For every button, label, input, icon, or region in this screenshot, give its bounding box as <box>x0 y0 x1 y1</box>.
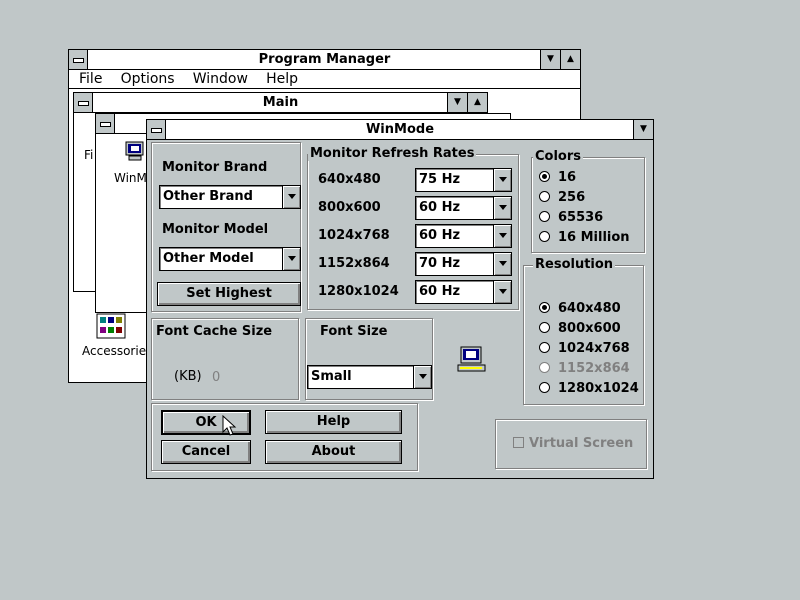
menu-file[interactable]: File <box>79 70 102 88</box>
refresh-rate-dropdown-icon-2[interactable] <box>493 225 511 247</box>
menu-options[interactable]: Options <box>121 70 175 88</box>
virtual-screen-label: Virtual Screen <box>529 436 634 451</box>
accessories-label[interactable]: Accessories <box>82 344 152 358</box>
winmode-program-icon[interactable] <box>124 140 146 162</box>
mouse-pointer-icon <box>222 414 238 437</box>
refresh-rate-select-2[interactable]: 60 Hz <box>415 224 512 248</box>
resolution-radio-label-0: 640x480 <box>558 301 621 316</box>
color-radio-dot-1 <box>539 191 550 202</box>
menu-help[interactable]: Help <box>266 70 298 88</box>
resolution-title: Resolution <box>533 257 616 272</box>
monitor-brand-dropdown-icon[interactable] <box>282 186 300 208</box>
menu-window[interactable]: Window <box>193 70 248 88</box>
refresh-rates-title: Monitor Refresh Rates <box>308 146 477 161</box>
winmode-system-menu-icon[interactable] <box>147 120 166 139</box>
color-radio-label-2: 65536 <box>558 210 604 225</box>
color-radio-1[interactable]: 256 <box>539 190 585 205</box>
refresh-rate-dropdown-icon-3[interactable] <box>493 253 511 275</box>
refresh-rate-label-2: 1024x768 <box>318 228 390 243</box>
colors-title: Colors <box>533 149 584 164</box>
main-system-menu-icon[interactable] <box>74 93 93 112</box>
main-minimize-icon[interactable]: ▼ <box>447 93 467 112</box>
monitor-brand-select[interactable]: Other Brand <box>159 185 301 209</box>
refresh-rate-value-1: 60 Hz <box>419 200 461 215</box>
resolution-radio-label-1: 800x600 <box>558 321 621 336</box>
font-cache-label: Font Cache Size <box>156 324 273 339</box>
refresh-rate-label-1: 800x600 <box>318 200 381 215</box>
group-window-system-menu-icon[interactable] <box>96 114 115 133</box>
resolution-radio-3: 1152x864 <box>539 361 630 376</box>
resolution-radio-dot-4 <box>539 382 550 393</box>
refresh-rate-select-1[interactable]: 60 Hz <box>415 196 512 220</box>
kb-label: (KB) <box>174 369 202 384</box>
monitor-model-value: Other Model <box>163 251 254 266</box>
resolution-radio-label-2: 1024x768 <box>558 341 630 356</box>
resolution-radio-1[interactable]: 800x600 <box>539 321 621 336</box>
winmode-minimize-icon[interactable]: ▼ <box>633 120 653 139</box>
virtual-screen-checkbox[interactable] <box>513 437 524 448</box>
monitor-model-dropdown-icon[interactable] <box>282 248 300 270</box>
refresh-rate-label-4: 1280x1024 <box>318 284 399 299</box>
resolution-radio-label-4: 1280x1024 <box>558 381 639 396</box>
refresh-rate-value-0: 75 Hz <box>419 172 461 187</box>
program-manager-menubar: File Options Window Help <box>69 70 580 89</box>
help-button[interactable]: Help <box>265 410 402 434</box>
file-icon-label-partial[interactable]: Fi <box>84 148 93 162</box>
program-manager-titlebar[interactable]: Program Manager ▼ ▲ <box>69 50 580 70</box>
refresh-rate-dropdown-icon-0[interactable] <box>493 169 511 191</box>
winmode-titlebar[interactable]: WinMode ▼ <box>147 120 653 140</box>
program-manager-title: Program Manager <box>258 52 391 67</box>
color-radio-dot-3 <box>539 231 550 242</box>
color-radio-2[interactable]: 65536 <box>539 210 603 225</box>
color-radio-0[interactable]: 16 <box>539 170 576 185</box>
program-manager-maximize-icon[interactable]: ▲ <box>560 50 580 69</box>
color-radio-label-1: 256 <box>558 190 586 205</box>
color-radio-dot-2 <box>539 211 550 222</box>
color-radio-dot-0 <box>539 171 550 182</box>
accessories-icon[interactable] <box>96 313 126 339</box>
font-size-label: Font Size <box>320 324 388 339</box>
refresh-rate-value-4: 60 Hz <box>419 284 461 299</box>
main-maximize-icon[interactable]: ▲ <box>467 93 487 112</box>
winmode-dialog: WinMode ▼ Monitor Brand Other Brand Moni… <box>146 119 654 479</box>
color-radio-label-0: 16 <box>558 170 577 185</box>
refresh-rate-dropdown-icon-4[interactable] <box>493 281 511 303</box>
resolution-radio-dot-0 <box>539 302 550 313</box>
about-button[interactable]: About <box>265 440 402 464</box>
main-titlebar[interactable]: Main ▼ ▲ <box>74 93 487 113</box>
refresh-rate-dropdown-icon-1[interactable] <box>493 197 511 219</box>
monitor-model-select[interactable]: Other Model <box>159 247 301 271</box>
monitor-model-label: Monitor Model <box>162 222 269 237</box>
font-size-dropdown-icon[interactable] <box>413 366 431 388</box>
kb-value: 0 <box>212 370 221 385</box>
refresh-rate-label-3: 1152x864 <box>318 256 390 271</box>
color-radio-label-3: 16 Million <box>558 230 630 245</box>
resolution-radio-4[interactable]: 1280x1024 <box>539 381 639 396</box>
resolution-radio-2[interactable]: 1024x768 <box>539 341 630 356</box>
color-radio-3[interactable]: 16 Million <box>539 230 630 245</box>
program-manager-minimize-icon[interactable]: ▼ <box>540 50 560 69</box>
set-highest-button[interactable]: Set Highest <box>157 282 301 306</box>
resolution-radio-dot-2 <box>539 342 550 353</box>
main-title: Main <box>262 95 299 110</box>
winmode-title: WinMode <box>365 122 435 137</box>
refresh-rate-select-0[interactable]: 75 Hz <box>415 168 512 192</box>
refresh-rate-value-2: 60 Hz <box>419 228 461 243</box>
font-size-value: Small <box>311 369 352 384</box>
refresh-rate-select-4[interactable]: 60 Hz <box>415 280 512 304</box>
refresh-rate-label-0: 640x480 <box>318 172 381 187</box>
font-size-select[interactable]: Small <box>307 365 432 389</box>
refresh-rate-value-3: 70 Hz <box>419 256 461 271</box>
resolution-radio-0[interactable]: 640x480 <box>539 301 621 316</box>
monitor-brand-value: Other Brand <box>163 189 253 204</box>
monitor-brand-label: Monitor Brand <box>162 160 268 175</box>
resolution-radio-label-3: 1152x864 <box>558 361 630 376</box>
cancel-button[interactable]: Cancel <box>161 440 251 464</box>
program-manager-system-menu-icon[interactable] <box>69 50 88 69</box>
monitor-icon <box>457 346 489 374</box>
resolution-radio-dot-1 <box>539 322 550 333</box>
refresh-rate-select-3[interactable]: 70 Hz <box>415 252 512 276</box>
resolution-radio-dot-3 <box>539 362 550 373</box>
